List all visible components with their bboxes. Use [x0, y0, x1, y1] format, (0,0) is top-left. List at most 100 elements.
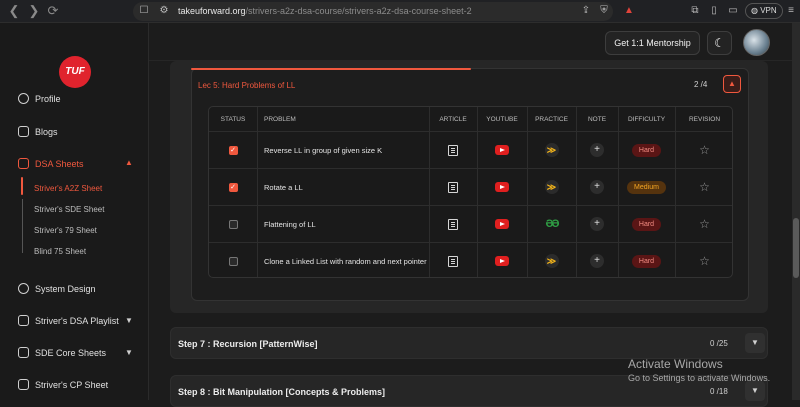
sidebar-item-blogs[interactable]: Blogs	[18, 126, 58, 137]
menu-icon[interactable]: ≡	[784, 4, 798, 18]
extensions-icon[interactable]: ⧉	[688, 4, 702, 18]
code360-icon[interactable]: ≫	[544, 254, 559, 268]
gfg-icon[interactable]: ƏƏ	[546, 218, 560, 230]
address-bar[interactable]: ☐ ⚙ takeuforward.org/strivers-a2z-dsa-co…	[133, 2, 613, 21]
sidebar-item-label: Striver's CP Sheet	[35, 379, 109, 390]
theme-toggle-button[interactable]: ☾	[707, 31, 732, 55]
tree-line	[22, 199, 23, 253]
column-header-article: Article	[439, 116, 467, 123]
mentorship-button[interactable]: Get 1:1 Mentorship	[605, 31, 700, 55]
document-icon	[18, 379, 29, 390]
status-checkbox[interactable]	[228, 219, 238, 229]
user-icon	[18, 93, 29, 104]
column-header-practice: Practice	[535, 116, 568, 123]
article-icon[interactable]	[448, 181, 458, 193]
sidebar-item-label: Striver's DSA Playlist	[35, 315, 119, 326]
step-title: Step 8 : Bit Manipulation [Concepts & Pr…	[178, 387, 386, 397]
forward-icon[interactable]: ❯	[26, 3, 42, 19]
collapse-button[interactable]: ▲	[723, 75, 741, 93]
page-scrollbar[interactable]	[792, 23, 800, 400]
sidebar-subitem-a2z[interactable]: Striver's A2Z Sheet	[34, 184, 102, 193]
back-icon[interactable]: ❮	[6, 3, 22, 19]
table-row: Flattening of LL ƏƏ + Hard ☆	[209, 206, 732, 243]
avatar[interactable]	[743, 29, 770, 56]
status-checkbox[interactable]: ✓	[228, 182, 238, 192]
expand-button[interactable]: ▼	[745, 333, 765, 353]
sidebar-subitem-blind75[interactable]: Blind 75 Sheet	[34, 247, 86, 256]
share-icon[interactable]: ⇪	[579, 4, 593, 18]
youtube-icon[interactable]	[495, 256, 509, 266]
brave-shield-icon[interactable]: ⛨	[597, 4, 611, 18]
moon-icon: ☾	[714, 36, 725, 50]
sidebar-item-label: Blogs	[35, 126, 58, 137]
add-note-icon[interactable]: +	[590, 217, 604, 231]
problem-name: Rotate a LL	[264, 182, 303, 192]
lecture-title[interactable]: Lec 5: Hard Problems of LL	[198, 81, 295, 90]
activate-windows-watermark: Activate Windows Go to Settings to activ…	[628, 357, 770, 383]
star-icon[interactable]: ☆	[699, 180, 710, 194]
star-icon[interactable]: ☆	[699, 217, 710, 231]
sidebar-subitem-sde[interactable]: Striver's SDE Sheet	[34, 205, 104, 214]
article-icon[interactable]	[448, 144, 458, 156]
chevron-up-icon[interactable]: ▲	[125, 158, 133, 167]
article-icon[interactable]	[448, 255, 458, 267]
problem-name: Reverse LL in group of given size K	[264, 145, 383, 155]
expand-button[interactable]: ▼	[745, 381, 765, 401]
status-checkbox[interactable]: ✓	[228, 145, 238, 155]
table-row: ✓ Reverse LL in group of given size K ≫ …	[209, 132, 732, 169]
sidebar-item-cp-sheet[interactable]: Striver's CP Sheet	[18, 379, 108, 390]
sidebar-item-dsa-playlist[interactable]: Striver's DSA Playlist	[18, 315, 119, 326]
vpn-label: VPN	[760, 6, 777, 15]
sidebar-item-label: SDE Core Sheets	[35, 347, 107, 358]
article-icon[interactable]	[448, 218, 458, 230]
status-checkbox[interactable]	[228, 256, 238, 266]
reload-icon[interactable]: ⟳	[45, 3, 61, 19]
url-domain: takeuforward.org	[178, 6, 246, 16]
sidebar-item-sde-core[interactable]: SDE Core Sheets	[18, 347, 106, 358]
column-header-problem: Problem	[264, 116, 296, 123]
star-icon[interactable]: ☆	[699, 254, 710, 268]
column-header-note: Note	[587, 116, 607, 123]
step-card-recursion[interactable]: Step 7 : Recursion [PatternWise] 0 /25 ▼	[170, 327, 768, 359]
chevron-down-icon[interactable]: ▼	[125, 348, 133, 357]
sheet-icon	[18, 158, 29, 169]
tuf-logo[interactable]: TUF	[59, 56, 91, 88]
sidebar: TUF Profile Blogs DSA Sheets ▲ Striver's…	[0, 23, 149, 400]
table-row: Clone a Linked List with random and next…	[209, 243, 732, 277]
difficulty-badge: Medium	[627, 180, 666, 194]
scrollbar-thumb[interactable]	[793, 218, 799, 278]
play-icon	[18, 315, 29, 326]
column-header-difficulty: Difficulty	[627, 116, 666, 123]
code360-icon[interactable]: ≫	[544, 180, 559, 194]
sidebar-subitem-79[interactable]: Striver's 79 Sheet	[34, 226, 97, 235]
step-progress-count: 0 /25	[710, 339, 728, 348]
difficulty-badge: Hard	[631, 143, 662, 157]
problems-table: Status Problem Article YouTube Practice …	[208, 106, 733, 278]
add-note-icon[interactable]: +	[590, 143, 604, 157]
add-note-icon[interactable]: +	[590, 254, 604, 268]
sidebar-item-profile[interactable]: Profile	[18, 93, 61, 104]
table-row: ✓ Rotate a LL ≫ + Medium ☆	[209, 169, 732, 206]
sidebar-item-system-design[interactable]: System Design	[18, 283, 96, 294]
sidebar-item-dsa-sheets[interactable]: DSA Sheets	[18, 158, 84, 169]
chevron-up-icon: ▲	[728, 79, 736, 88]
site-info-icon[interactable]: ⚙	[157, 4, 171, 18]
sidebar-toggle-icon[interactable]: ▯	[707, 4, 721, 18]
vpn-button[interactable]: ◍ VPN	[745, 3, 783, 19]
add-note-icon[interactable]: +	[590, 180, 604, 194]
sidebar-item-label: Profile	[35, 93, 61, 104]
lecture-progress-count: 2 /4	[694, 80, 708, 89]
code360-icon[interactable]: ≫	[544, 143, 559, 157]
star-icon[interactable]: ☆	[699, 143, 710, 157]
youtube-icon[interactable]	[495, 219, 509, 229]
chevron-down-icon: ▼	[751, 386, 759, 395]
problem-name: Clone a Linked List with random and next…	[264, 256, 427, 266]
youtube-icon[interactable]	[495, 182, 509, 192]
chevron-down-icon[interactable]: ▼	[125, 316, 133, 325]
bookmark-icon[interactable]: ☐	[137, 4, 151, 18]
youtube-icon[interactable]	[495, 145, 509, 155]
wallet-icon[interactable]: ▭	[726, 4, 740, 18]
brave-rewards-icon[interactable]: ▲	[622, 4, 636, 18]
lecture-progress-bar	[191, 68, 471, 70]
active-indicator	[21, 177, 23, 195]
